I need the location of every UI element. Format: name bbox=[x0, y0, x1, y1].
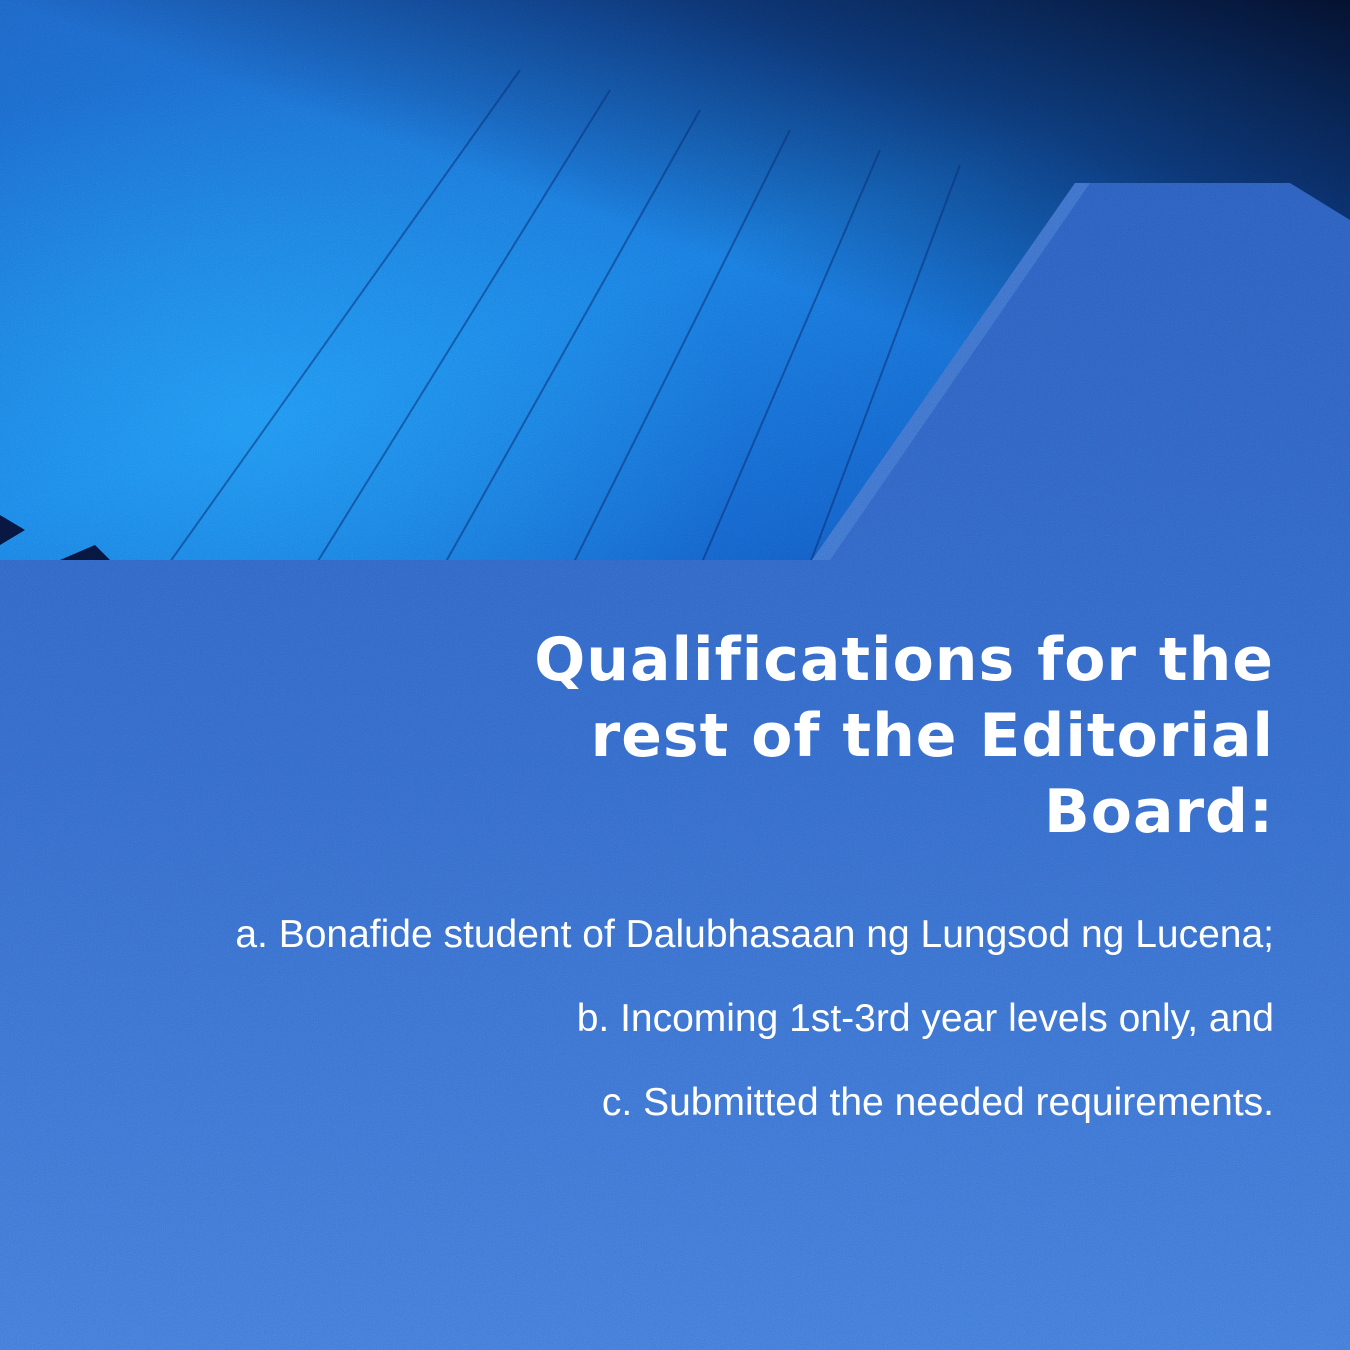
qualification-item: c. Submitted the needed requirements. bbox=[601, 1081, 1274, 1124]
title-line: Qualifications for the bbox=[534, 625, 1274, 695]
qualifications-section: Qualifications for the rest of the Edito… bbox=[74, 622, 1274, 1166]
qualification-item: b. Incoming 1st-3rd year levels only, an… bbox=[576, 997, 1274, 1040]
title-line: rest of the Editorial bbox=[590, 701, 1274, 771]
qualification-item: a. Bonafide student of Dalubhasaan ng Lu… bbox=[235, 913, 1274, 956]
qualification-list: a. Bonafide student of Dalubhasaan ng Lu… bbox=[74, 914, 1274, 1124]
page-title: Qualifications for the rest of the Edito… bbox=[74, 622, 1274, 850]
title-line: Board: bbox=[1044, 777, 1274, 847]
